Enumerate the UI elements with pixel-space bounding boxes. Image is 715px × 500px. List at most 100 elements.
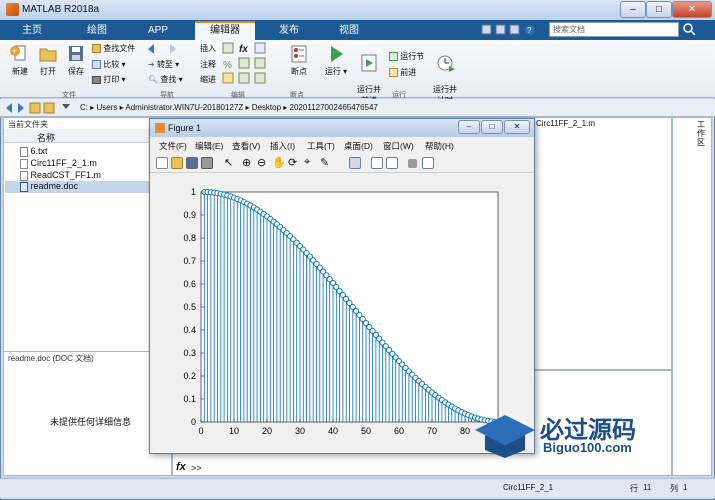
menu-window[interactable]: 窗口(W) bbox=[383, 140, 414, 152]
edit-icon-grid[interactable]: fx % bbox=[222, 42, 270, 86]
figure-minimize-button[interactable]: – bbox=[458, 120, 480, 134]
run-advance-button[interactable]: 运行并 前进 bbox=[352, 44, 386, 106]
x-tick-label: 0 bbox=[198, 426, 203, 436]
menu-desktop[interactable]: 桌面(D) bbox=[344, 140, 373, 152]
menu-view[interactable]: 查看(V) bbox=[232, 140, 260, 152]
run-section-button[interactable]: 运行节 bbox=[389, 51, 424, 62]
breadcrumb-segment[interactable]: C: bbox=[80, 103, 88, 112]
pointer-icon[interactable]: ↖ bbox=[224, 156, 233, 169]
column-header-name[interactable]: 名称 bbox=[37, 131, 55, 144]
svg-text:+: + bbox=[12, 46, 17, 56]
breadcrumb-segment[interactable]: Users bbox=[96, 103, 117, 112]
find-icon: 🔍︎ bbox=[148, 75, 159, 84]
minimize-button[interactable]: – bbox=[620, 1, 646, 18]
file-name: readme.doc bbox=[30, 181, 79, 191]
file-m-icon bbox=[20, 170, 28, 181]
y-tick-label: 0.2 bbox=[183, 371, 196, 381]
menu-tools[interactable]: 工具(T) bbox=[307, 140, 335, 152]
comment-button[interactable]: 注释 bbox=[200, 59, 216, 70]
save-label: 保存 bbox=[68, 67, 84, 76]
tab-home[interactable]: 主页 bbox=[8, 21, 56, 40]
tab-view[interactable]: 视图 bbox=[322, 21, 376, 40]
editor-tab[interactable]: Circ11FF_2_1.m bbox=[536, 119, 595, 128]
new-figure-icon[interactable] bbox=[156, 157, 168, 169]
tab-plots[interactable]: 绘图 bbox=[68, 21, 126, 40]
y-tick-label: 0.4 bbox=[183, 325, 196, 335]
brush-icon[interactable]: ✎ bbox=[320, 156, 329, 169]
breakpoints-label: 断点 bbox=[291, 67, 307, 76]
figure-title: Figure 1 bbox=[168, 123, 202, 133]
save-icon bbox=[69, 46, 83, 61]
menu-insert[interactable]: 插入(I) bbox=[270, 140, 295, 152]
run-button[interactable]: 运行 ▾ bbox=[322, 44, 350, 77]
open-label: 打开 bbox=[40, 67, 56, 76]
breakpoints-button[interactable]: 断点 bbox=[284, 44, 314, 77]
tab-apps[interactable]: APP bbox=[132, 21, 184, 40]
breadcrumb-segment[interactable]: 20201127002465476547 bbox=[290, 103, 378, 112]
open-button[interactable]: 打开 bbox=[34, 44, 62, 77]
y-tick-label: 0.5 bbox=[183, 302, 196, 312]
menu-edit[interactable]: 编辑(E) bbox=[195, 140, 223, 152]
find-button[interactable]: 🔍︎ 查找 ▾ bbox=[148, 74, 183, 85]
search-documentation-input[interactable]: 搜索文档 bbox=[549, 22, 679, 37]
open-file-icon[interactable] bbox=[171, 157, 183, 169]
hide-plot-tools-icon[interactable] bbox=[408, 159, 417, 168]
file-item[interactable]: ReadCST_FF1.m bbox=[20, 170, 101, 181]
y-tick-label: 0.6 bbox=[183, 279, 196, 289]
data-cursor-icon[interactable]: ⌖ bbox=[304, 156, 310, 169]
find-label: 查找 bbox=[160, 75, 177, 84]
breadcrumb[interactable]: C: ▸ Users ▸ Administrator.WIN7U-2018012… bbox=[80, 103, 378, 112]
pan-icon[interactable]: ✋ bbox=[272, 156, 286, 169]
file-item-selected[interactable]: readme.doc bbox=[5, 181, 171, 193]
workspace-label[interactable]: 工作区 bbox=[697, 120, 706, 147]
find-files-button[interactable]: 查找文件 bbox=[92, 43, 135, 54]
save-figure-icon[interactable] bbox=[186, 157, 198, 169]
address-nav-icons[interactable] bbox=[4, 101, 78, 117]
goto-button[interactable]: ➜ 转至 ▾ bbox=[148, 59, 179, 70]
figure-close-button[interactable]: ✕ bbox=[504, 120, 530, 134]
compare-icon bbox=[92, 60, 101, 70]
menu-help[interactable]: 帮助(H) bbox=[425, 140, 454, 152]
menu-file[interactable]: 文件(F) bbox=[159, 140, 187, 152]
run-time-icon bbox=[437, 55, 455, 72]
colorbar-icon[interactable] bbox=[371, 157, 383, 169]
run-time-button[interactable]: 运行并 计时 bbox=[430, 44, 460, 106]
tab-editor[interactable]: 编辑器 bbox=[195, 21, 255, 40]
search-icon[interactable] bbox=[681, 22, 697, 37]
save-button[interactable]: 保存 bbox=[62, 44, 90, 77]
zoom-out-icon[interactable]: ⊖ bbox=[257, 156, 266, 169]
show-plot-tools-icon[interactable] bbox=[422, 157, 434, 169]
zoom-in-icon[interactable]: ⊕ bbox=[242, 156, 251, 169]
file-item[interactable]: 6.txt bbox=[20, 146, 48, 157]
figure-icon bbox=[155, 123, 165, 133]
maximize-button[interactable]: □ bbox=[646, 1, 672, 18]
compare-button[interactable]: 比较 ▾ bbox=[92, 59, 125, 70]
details-panel bbox=[3, 351, 172, 476]
link-plot-icon[interactable] bbox=[349, 157, 361, 169]
figure-window: Figure 1 – □ ✕ 文件(F) 编辑(E) 查看(V) 插入(I) 工… bbox=[149, 118, 535, 454]
x-tick-label: 10 bbox=[229, 426, 239, 436]
status-bar bbox=[0, 478, 715, 498]
nav-arrows[interactable] bbox=[146, 43, 180, 57]
breakpoints-icon bbox=[291, 45, 307, 63]
run-section-icon bbox=[389, 52, 398, 62]
matlab-logo-icon bbox=[6, 3, 19, 16]
print-button[interactable]: 打印 ▾ bbox=[92, 74, 125, 85]
breadcrumb-segment[interactable]: Administrator.WIN7U-20180127Z bbox=[125, 103, 243, 112]
compare-label: 比较 bbox=[103, 60, 120, 69]
close-button[interactable]: ✕ bbox=[672, 1, 712, 18]
file-item[interactable]: Circ11FF_2_1.m bbox=[20, 158, 97, 169]
x-tick-label: 70 bbox=[427, 426, 437, 436]
advance-button[interactable]: 前进 bbox=[389, 67, 416, 78]
breadcrumb-segment[interactable]: Desktop bbox=[252, 103, 281, 112]
figure-maximize-button[interactable]: □ bbox=[481, 120, 503, 134]
indent-button[interactable]: 缩进 bbox=[200, 74, 216, 85]
rotate-icon[interactable]: ⟳ bbox=[288, 156, 297, 169]
insert-button[interactable]: 插入 bbox=[200, 43, 216, 54]
run-section-label: 运行节 bbox=[400, 52, 425, 61]
legend-icon[interactable] bbox=[386, 157, 398, 169]
svg-text:fx: fx bbox=[239, 44, 248, 55]
tab-publish[interactable]: 发布 bbox=[262, 21, 316, 40]
new-button[interactable]: + 新建 bbox=[6, 44, 34, 77]
print-figure-icon[interactable] bbox=[201, 157, 213, 169]
